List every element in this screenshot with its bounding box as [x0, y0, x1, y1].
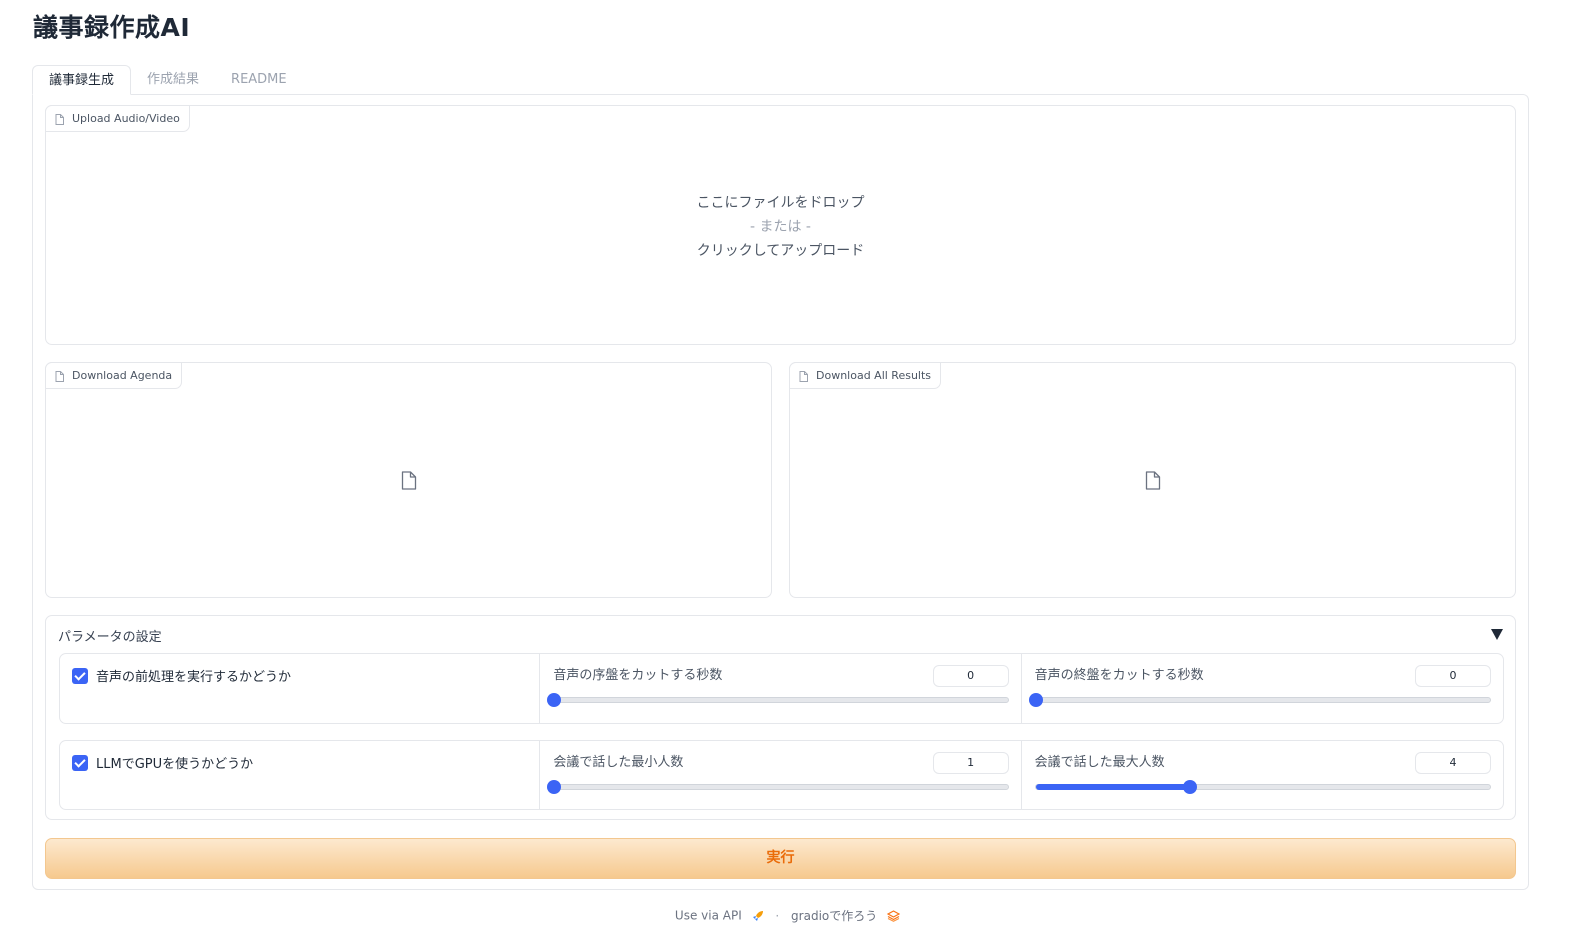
min-speakers-cell: 会議で話した最小人数 1 [540, 741, 1022, 809]
min-speakers-label: 会議で話した最小人数 [553, 755, 684, 770]
params-title[interactable]: パラメータの設定 [58, 626, 162, 645]
download-results-label: Download All Results [789, 362, 942, 389]
footer-separator: · [775, 908, 780, 923]
file-icon [55, 114, 64, 125]
cut-start-input[interactable]: 0 [932, 665, 1009, 687]
param-row: LLMでGPUを使うかどうか 会議で話した最小人数 1 会議で話した最大人数 4 [59, 740, 1504, 810]
or-text: - または - [749, 219, 811, 235]
preprocess-label[interactable]: 音声の前処理を実行するかどうか [96, 666, 291, 685]
cut-end-input[interactable]: 0 [1414, 665, 1491, 687]
param-row: 音声の前処理を実行するかどうか 音声の序盤をカットする秒数 0 音声の終盤をカッ… [59, 653, 1504, 724]
file-icon [799, 371, 808, 382]
tab-bar: 議事録生成 作成結果 README [32, 65, 303, 95]
slider-thumb[interactable] [547, 693, 562, 707]
gpu-checkbox[interactable] [72, 755, 88, 771]
slider-fill [1035, 784, 1191, 790]
file-icon [1145, 471, 1160, 490]
params-accordion: パラメータの設定 音声の前処理を実行するかどうか 音声の序盤をカットする秒数 0… [45, 615, 1516, 820]
drop-here-text: ここにファイルをドロップ [696, 195, 865, 211]
cut-end-cell: 音声の終盤をカットする秒数 0 [1022, 654, 1503, 723]
cut-end-slider[interactable] [1028, 693, 1491, 707]
cut-end-label: 音声の終盤をカットする秒数 [1034, 668, 1204, 683]
run-button[interactable]: 実行 [45, 838, 1516, 879]
min-speakers-slider[interactable] [547, 780, 1009, 794]
click-upload-text: クリックしてアップロード [696, 243, 865, 259]
preprocess-cell: 音声の前処理を実行するかどうか [60, 654, 541, 723]
download-agenda-label: Download Agenda [45, 362, 183, 389]
tab-readme[interactable]: README [215, 65, 303, 95]
use-api-link[interactable]: Use via API [675, 909, 742, 923]
slider-thumb[interactable] [1183, 780, 1198, 794]
slider-thumb[interactable] [1028, 693, 1043, 707]
max-speakers-slider[interactable] [1034, 780, 1491, 794]
download-results-box[interactable]: Download All Results [789, 362, 1516, 598]
min-speakers-input[interactable]: 1 [932, 752, 1009, 774]
upload-dropzone[interactable]: Upload Audio/Video ここにファイルをドロップ - または - … [45, 105, 1516, 345]
app-title: 議事録作成AI [33, 13, 191, 42]
gpu-cell: LLMでGPUを使うかどうか [60, 741, 541, 809]
file-icon [401, 471, 416, 490]
gradio-logo-icon [887, 909, 901, 922]
file-icon [55, 371, 64, 382]
max-speakers-input[interactable]: 4 [1414, 752, 1491, 774]
tab-results[interactable]: 作成結果 [131, 65, 215, 95]
rocket-icon [752, 910, 763, 921]
upload-label: Upload Audio/Video [45, 105, 190, 132]
cut-start-label: 音声の序盤をカットする秒数 [553, 668, 723, 683]
collapse-arrow-icon[interactable] [1491, 629, 1503, 640]
preprocess-checkbox[interactable] [72, 668, 88, 684]
gpu-label[interactable]: LLMでGPUを使うかどうか [96, 753, 253, 772]
tab-minutes-generation[interactable]: 議事録生成 [32, 65, 132, 95]
drop-text: ここにファイルをドロップ - または - クリックしてアップロード [46, 191, 1515, 263]
cut-start-slider[interactable] [547, 693, 1009, 707]
download-agenda-box[interactable]: Download Agenda [45, 362, 772, 598]
slider-thumb[interactable] [547, 780, 562, 794]
max-speakers-cell: 会議で話した最大人数 4 [1022, 741, 1503, 809]
footer: Use via API · gradioで作ろう [0, 907, 1575, 924]
max-speakers-label: 会議で話した最大人数 [1034, 755, 1165, 770]
cut-start-cell: 音声の序盤をカットする秒数 0 [540, 654, 1022, 723]
gradio-link[interactable]: gradioで作ろう [791, 909, 877, 923]
